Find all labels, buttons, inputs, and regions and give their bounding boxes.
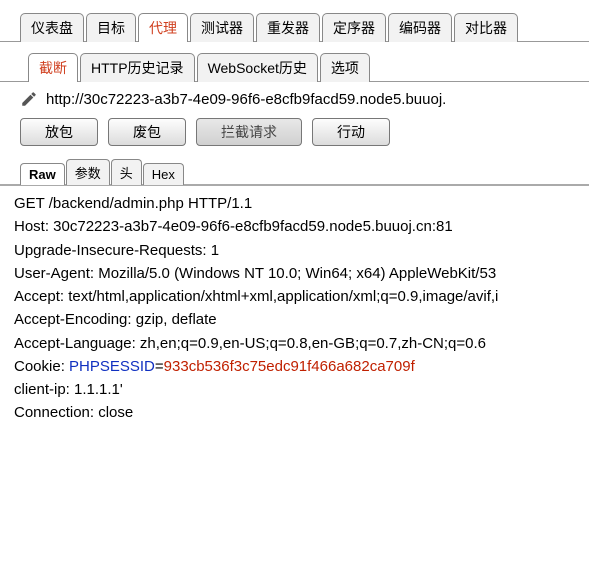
tab-proxy[interactable]: 代理 <box>138 13 188 42</box>
proxy-sub-tab-bar: 截断 HTTP历史记录 WebSocket历史 选项 <box>0 48 589 82</box>
tab-repeater[interactable]: 重发器 <box>256 13 320 42</box>
intercept-toggle-button[interactable]: 拦截请求 <box>196 118 302 146</box>
tab-target[interactable]: 目标 <box>86 13 136 42</box>
tab-intruder[interactable]: 测试器 <box>190 13 254 42</box>
intercept-button-row: 放包 废包 拦截请求 行动 <box>0 112 589 152</box>
header-upgrade-insecure: Upgrade-Insecure-Requests: 1 <box>14 239 579 262</box>
request-url: http://30c72223-a3b7-4e09-96f6-e8cfb9fac… <box>46 91 446 108</box>
main-tab-bar: 仪表盘 目标 代理 测试器 重发器 定序器 编码器 对比器 <box>0 6 589 42</box>
sub-tab-options[interactable]: 选项 <box>320 53 370 82</box>
action-button[interactable]: 行动 <box>312 118 390 146</box>
edit-icon[interactable] <box>20 90 38 108</box>
header-accept: Accept: text/html,application/xhtml+xml,… <box>14 285 579 308</box>
drop-button[interactable]: 废包 <box>108 118 186 146</box>
header-host: Host: 30c72223-a3b7-4e09-96f6-e8cfb9facd… <box>14 215 579 238</box>
tab-decoder[interactable]: 编码器 <box>388 13 452 42</box>
raw-request-editor[interactable]: GET /backend/admin.php HTTP/1.1 Host: 30… <box>0 186 589 435</box>
tab-sequencer[interactable]: 定序器 <box>322 13 386 42</box>
tab-comparer[interactable]: 对比器 <box>454 13 518 42</box>
view-tab-hex[interactable]: Hex <box>143 163 184 185</box>
view-tab-headers[interactable]: 头 <box>111 159 142 185</box>
forward-button[interactable]: 放包 <box>20 118 98 146</box>
message-view-tab-bar: Raw 参数 头 Hex <box>0 156 589 186</box>
header-connection: Connection: close <box>14 401 579 424</box>
view-tab-params[interactable]: 参数 <box>66 159 110 185</box>
header-client-ip: client-ip: 1.1.1.1' <box>14 378 579 401</box>
sub-tab-http-history[interactable]: HTTP历史记录 <box>80 53 195 82</box>
header-user-agent: User-Agent: Mozilla/5.0 (Windows NT 10.0… <box>14 262 579 285</box>
header-accept-language: Accept-Language: zh,en;q=0.9,en-US;q=0.8… <box>14 332 579 355</box>
tab-dashboard[interactable]: 仪表盘 <box>20 13 84 42</box>
header-cookie: Cookie: PHPSESSID=933cb536f3c75edc91f466… <box>14 355 579 378</box>
url-row: http://30c72223-a3b7-4e09-96f6-e8cfb9fac… <box>0 82 589 112</box>
header-accept-encoding: Accept-Encoding: gzip, deflate <box>14 308 579 331</box>
sub-tab-websocket-history[interactable]: WebSocket历史 <box>197 53 318 82</box>
sub-tab-intercept[interactable]: 截断 <box>28 53 78 82</box>
request-line: GET /backend/admin.php HTTP/1.1 <box>14 192 579 215</box>
view-tab-raw[interactable]: Raw <box>20 163 65 185</box>
cookie-value: 933cb536f3c75edc91f466a682ca709f <box>164 358 415 375</box>
cookie-key: PHPSESSID <box>69 358 155 375</box>
